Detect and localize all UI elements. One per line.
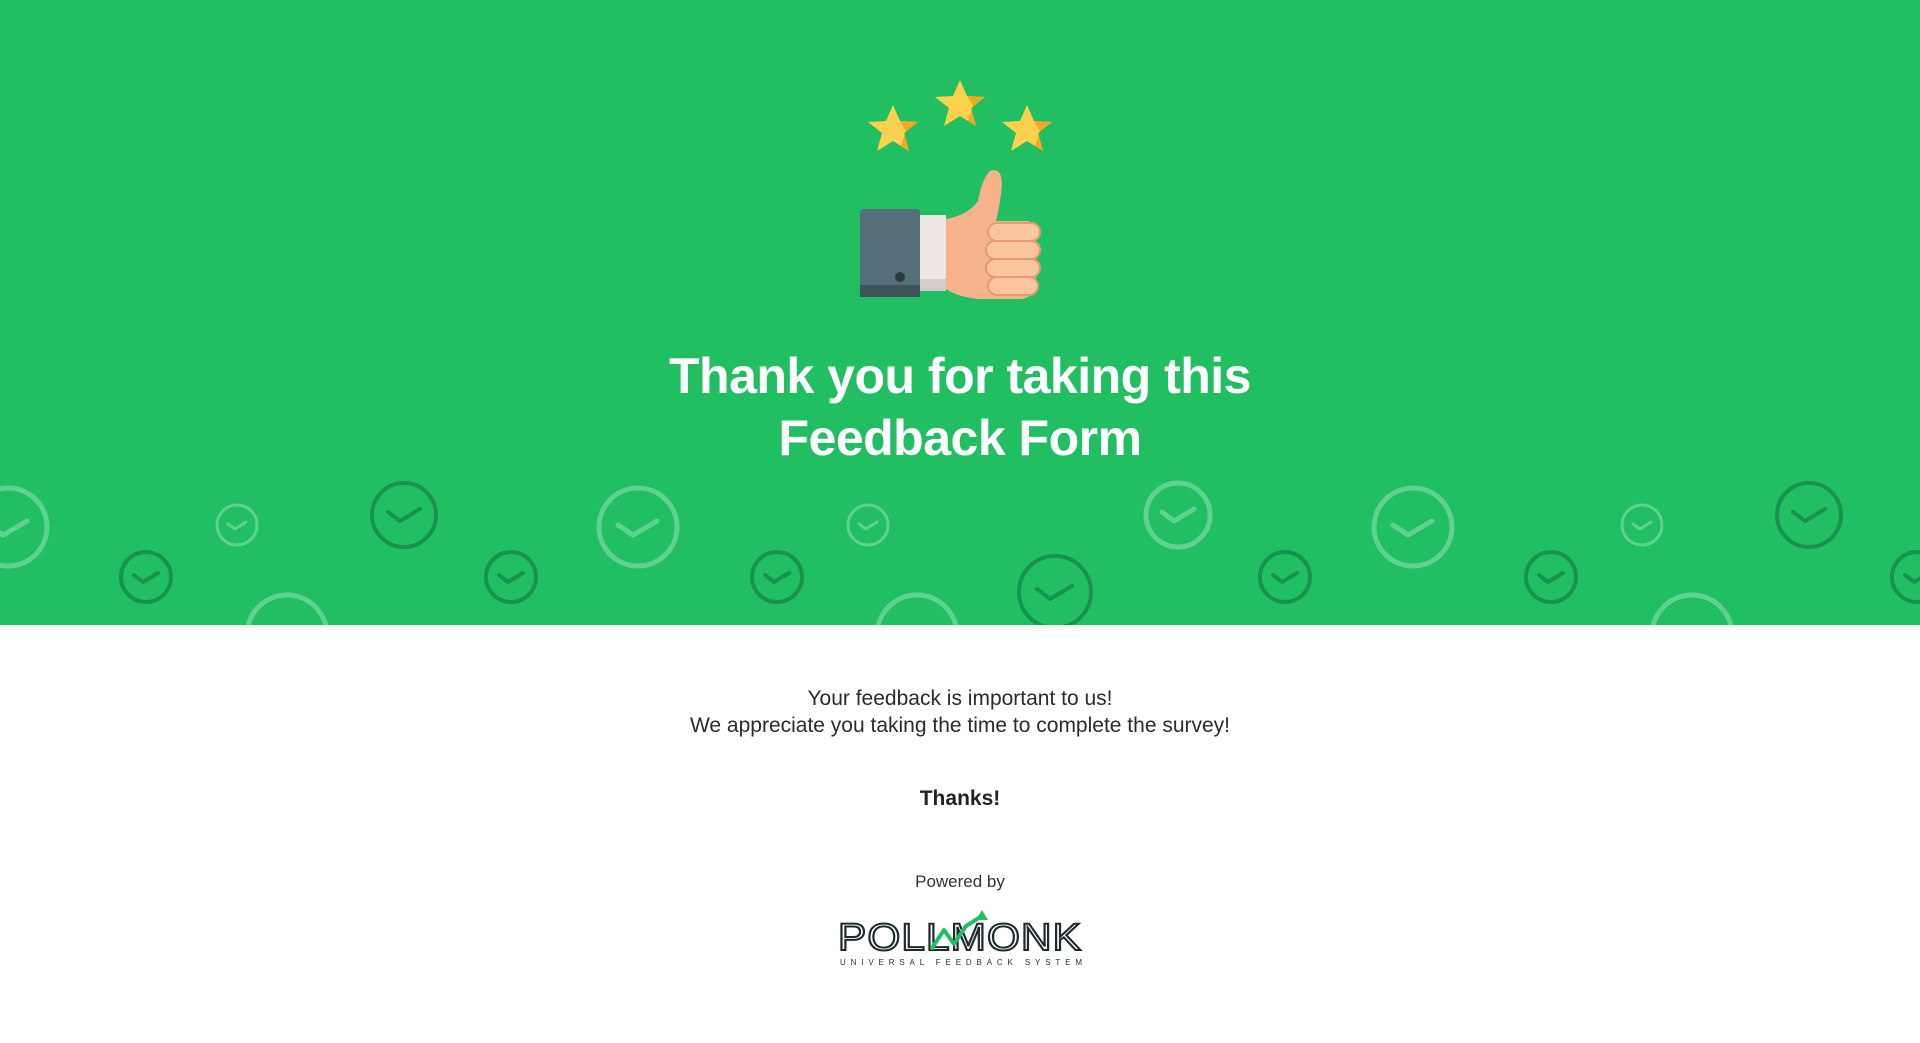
- check-circle-icon: [1620, 503, 1664, 547]
- check-circle-icon: [1371, 485, 1455, 569]
- check-circle-icon: [846, 503, 890, 547]
- page-title: Thank you for taking this Feedback Form: [560, 345, 1360, 469]
- check-circle-icon: [245, 592, 329, 625]
- check-circle-icon: [750, 550, 804, 604]
- check-circle-icon: [1143, 480, 1213, 550]
- check-circle-icon: [596, 485, 680, 569]
- page-title-line-2: Feedback Form: [778, 410, 1142, 466]
- powered-by-label: Powered by: [915, 872, 1005, 891]
- check-circle-icon: [215, 503, 259, 547]
- page-title-line-1: Thank you for taking this: [669, 348, 1251, 404]
- check-circle-icon: [119, 550, 173, 604]
- check-circle-icon: [370, 481, 438, 549]
- check-circle-icon: [0, 485, 50, 569]
- pollmonk-logo[interactable]: POLLMONK UNIVERSAL FEEDBACK SYSTEM: [836, 908, 1086, 968]
- hero-banner: Thank you for taking this Feedback Form: [0, 0, 1920, 625]
- check-circle-icon: [1650, 592, 1734, 625]
- check-circle-icon: [484, 550, 538, 604]
- check-circle-icon: [1258, 550, 1312, 604]
- thanks-text: Thanks!: [919, 787, 1001, 810]
- feedback-message-line-1: Your feedback is important to us!: [807, 687, 1113, 710]
- check-circle-icon: [1890, 550, 1920, 604]
- thumbs-up-with-stars-icon: [860, 80, 1052, 299]
- check-circle-icon: [1017, 554, 1093, 625]
- check-circle-icon: [1775, 481, 1843, 549]
- feedback-message-line-2: We appreciate you taking the time to com…: [689, 714, 1231, 737]
- check-circle-icon: [875, 592, 959, 625]
- star-icon: [935, 80, 985, 126]
- star-icon: [1002, 105, 1052, 151]
- check-circle-icon: [1524, 550, 1578, 604]
- star-icon: [868, 105, 918, 151]
- logo-tagline: UNIVERSAL FEEDBACK SYSTEM: [840, 958, 1082, 967]
- feedback-message: Your feedback is important to us! We app…: [560, 685, 1360, 739]
